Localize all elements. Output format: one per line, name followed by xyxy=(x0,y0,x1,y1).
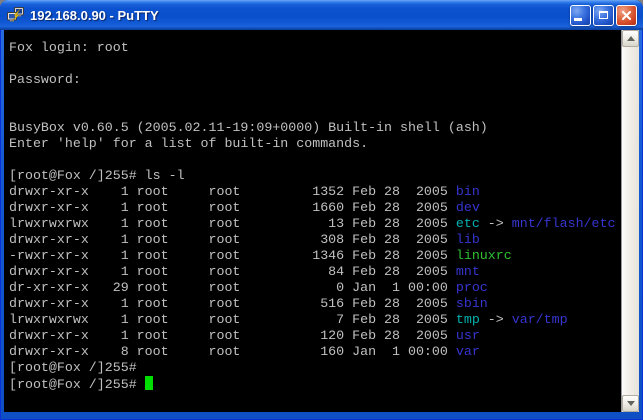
terminal-text: lrwxrwxrwx 1 root root 7 Feb 28 2005 xyxy=(9,312,456,327)
terminal-line: drwxr-xr-x 1 root root 308 Feb 28 2005 l… xyxy=(9,232,621,248)
terminal-text: linuxrc xyxy=(456,248,512,263)
terminal-line: lrwxrwxrwx 1 root root 13 Feb 28 2005 et… xyxy=(9,216,621,232)
terminal-line: Password: xyxy=(9,72,621,88)
terminal-text: Fox login: root xyxy=(9,40,129,55)
minimize-button[interactable] xyxy=(570,5,591,26)
terminal-text: drwxr-xr-x 8 root root 160 Jan 1 00:00 xyxy=(9,344,456,359)
terminal-text: Enter 'help' for a list of built-in comm… xyxy=(9,136,368,151)
terminal-text: usr xyxy=(456,328,480,343)
terminal-text: etc xyxy=(456,216,480,231)
terminal-line xyxy=(9,104,621,120)
terminal-text: tmp xyxy=(456,312,480,327)
terminal-line: [root@Fox /]255# ls -l xyxy=(9,168,621,184)
terminal-text: mnt/flash/etc xyxy=(512,216,616,231)
terminal-line: drwxr-xr-x 1 root root 516 Feb 28 2005 s… xyxy=(9,296,621,312)
titlebar[interactable]: 192.168.0.90 - PuTTY xyxy=(0,0,643,30)
terminal-line: drwxr-xr-x 1 root root 84 Feb 28 2005 mn… xyxy=(9,264,621,280)
terminal-line: drwxr-xr-x 1 root root 1660 Feb 28 2005 … xyxy=(9,200,621,216)
terminal-text: [root@Fox /]255# xyxy=(9,360,137,375)
terminal-line xyxy=(9,56,621,72)
terminal-text: drwxr-xr-x 1 root root 308 Feb 28 2005 xyxy=(9,232,456,247)
terminal-text: lib xyxy=(456,232,480,247)
terminal-text: [root@Fox /]255# xyxy=(9,377,145,392)
minimize-icon xyxy=(574,18,582,21)
chevron-up-icon xyxy=(627,36,635,41)
terminal-text: BusyBox v0.60.5 (2005.02.11-19:09+0000) … xyxy=(9,120,488,135)
terminal-cursor xyxy=(145,376,153,390)
terminal-line: lrwxrwxrwx 1 root root 7 Feb 28 2005 tmp… xyxy=(9,312,621,328)
terminal-line: -rwxr-xr-x 1 root root 1346 Feb 28 2005 … xyxy=(9,248,621,264)
terminal-text: var/tmp xyxy=(512,312,568,327)
terminal-line: [root@Fox /]255# xyxy=(9,360,621,376)
terminal-text: drwxr-xr-x 1 root root 1660 Feb 28 2005 xyxy=(9,200,456,215)
close-icon xyxy=(621,10,632,21)
terminal-line: drwxr-xr-x 8 root root 160 Jan 1 00:00 v… xyxy=(9,344,621,360)
terminal-text: -> xyxy=(480,312,512,327)
terminal-line xyxy=(9,88,621,104)
scroll-down-button[interactable] xyxy=(622,395,639,412)
terminal-text: -rwxr-xr-x 1 root root 1346 Feb 28 2005 xyxy=(9,248,456,263)
terminal-line: [root@Fox /]255# xyxy=(9,376,621,392)
terminal-line: BusyBox v0.60.5 (2005.02.11-19:09+0000) … xyxy=(9,120,621,136)
window-controls xyxy=(570,5,637,26)
terminal-text: var xyxy=(456,344,480,359)
terminal-text: mnt xyxy=(456,264,480,279)
chevron-down-icon xyxy=(627,401,635,406)
terminal-text: sbin xyxy=(456,296,488,311)
terminal-text: drwxr-xr-x 1 root root 120 Feb 28 2005 xyxy=(9,328,456,343)
terminal-line xyxy=(9,152,621,168)
putty-terminals-icon[interactable] xyxy=(7,7,25,23)
window-body: Fox login: root Password: BusyBox v0.60.5 … xyxy=(0,30,643,416)
terminal-scrollbar xyxy=(621,30,639,412)
terminal-text: -> xyxy=(480,216,512,231)
close-button[interactable] xyxy=(616,5,637,26)
terminal-text: drwxr-xr-x 1 root root 516 Feb 28 2005 xyxy=(9,296,456,311)
terminal-output[interactable]: Fox login: root Password: BusyBox v0.60.5 … xyxy=(4,30,621,412)
scroll-up-button[interactable] xyxy=(622,30,639,47)
terminal-text: drwxr-xr-x 1 root root 84 Feb 28 2005 xyxy=(9,264,456,279)
terminal-line: drwxr-xr-x 1 root root 120 Feb 28 2005 u… xyxy=(9,328,621,344)
putty-window: 192.168.0.90 - PuTTY Fox login: root Pass… xyxy=(0,0,643,420)
terminal-text: dr-xr-xr-x 29 root root 0 Jan 1 00:00 xyxy=(9,280,456,295)
terminal-line: Fox login: root xyxy=(9,40,621,56)
terminal-line: dr-xr-xr-x 29 root root 0 Jan 1 00:00 pr… xyxy=(9,280,621,296)
terminal-text: [root@Fox /]255# ls -l xyxy=(9,168,185,183)
terminal-text: drwxr-xr-x 1 root root 1352 Feb 28 2005 xyxy=(9,184,456,199)
terminal-text: bin xyxy=(456,184,480,199)
terminal-text: proc xyxy=(456,280,488,295)
terminal-text: dev xyxy=(456,200,480,215)
window-title: 192.168.0.90 - PuTTY xyxy=(30,8,570,23)
terminal-text: lrwxrwxrwx 1 root root 13 Feb 28 2005 xyxy=(9,216,456,231)
maximize-icon xyxy=(599,11,608,19)
terminal-line: Enter 'help' for a list of built-in comm… xyxy=(9,136,621,152)
terminal-text: Password: xyxy=(9,72,81,87)
maximize-button[interactable] xyxy=(593,5,614,26)
terminal-line: drwxr-xr-x 1 root root 1352 Feb 28 2005 … xyxy=(9,184,621,200)
scrollbar-track[interactable] xyxy=(622,47,639,395)
